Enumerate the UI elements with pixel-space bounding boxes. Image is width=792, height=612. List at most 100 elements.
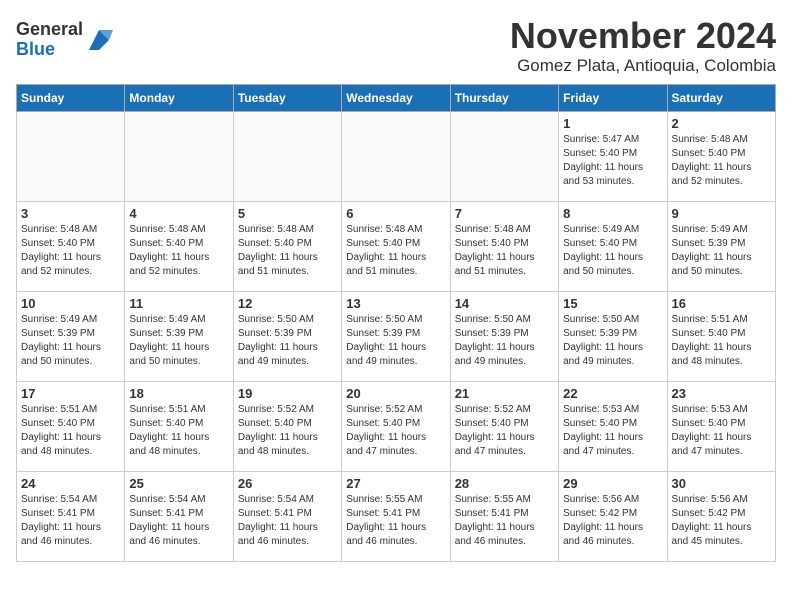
day-info: Sunrise: 5:49 AM Sunset: 5:39 PM Dayligh…: [21, 313, 120, 369]
calendar-cell: 14 Sunrise: 5:50 AM Sunset: 5:39 PM Dayli…: [450, 291, 558, 381]
day-number: 22: [563, 386, 662, 401]
calendar-cell: 11 Sunrise: 5:49 AM Sunset: 5:39 PM Dayli…: [125, 291, 233, 381]
calendar-cell: 27 Sunrise: 5:55 AM Sunset: 5:41 PM Dayli…: [342, 471, 450, 561]
day-number: 25: [129, 476, 228, 491]
calendar-cell: 24 Sunrise: 5:54 AM Sunset: 5:41 PM Dayli…: [17, 471, 125, 561]
day-info: Sunrise: 5:54 AM Sunset: 5:41 PM Dayligh…: [21, 493, 120, 549]
day-number: 29: [563, 476, 662, 491]
day-info: Sunrise: 5:50 AM Sunset: 5:39 PM Dayligh…: [238, 313, 337, 369]
calendar-body: 1 Sunrise: 5:47 AM Sunset: 5:40 PM Daylig…: [17, 111, 776, 561]
day-number: 3: [21, 206, 120, 221]
calendar-header-row: SundayMondayTuesdayWednesdayThursdayFrid…: [17, 84, 776, 111]
day-info: Sunrise: 5:56 AM Sunset: 5:42 PM Dayligh…: [563, 493, 662, 549]
day-info: Sunrise: 5:48 AM Sunset: 5:40 PM Dayligh…: [455, 223, 554, 279]
day-number: 26: [238, 476, 337, 491]
calendar-header-day: Monday: [125, 84, 233, 111]
day-info: Sunrise: 5:52 AM Sunset: 5:40 PM Dayligh…: [346, 403, 445, 459]
day-number: 13: [346, 296, 445, 311]
day-number: 6: [346, 206, 445, 221]
day-number: 9: [672, 206, 771, 221]
calendar-cell: 13 Sunrise: 5:50 AM Sunset: 5:39 PM Dayli…: [342, 291, 450, 381]
day-number: 4: [129, 206, 228, 221]
calendar-cell: 28Sunrise: 5:55 AM Sunset: 5:41 PM Dayli…: [450, 471, 558, 561]
day-number: 17: [21, 386, 120, 401]
day-info: Sunrise: 5:55 AM Sunset: 5:41 PM Dayligh…: [346, 493, 445, 549]
calendar-cell: [450, 111, 558, 201]
day-number: 14: [455, 296, 554, 311]
calendar-week-row: 24 Sunrise: 5:54 AM Sunset: 5:41 PM Dayli…: [17, 471, 776, 561]
day-info: Sunrise: 5:48 AM Sunset: 5:40 PM Dayligh…: [346, 223, 445, 279]
calendar-cell: 9 Sunrise: 5:49 AM Sunset: 5:39 PM Daylig…: [667, 201, 775, 291]
calendar-cell: 10 Sunrise: 5:49 AM Sunset: 5:39 PM Dayli…: [17, 291, 125, 381]
day-number: 21: [455, 386, 554, 401]
logo-icon: [85, 26, 113, 54]
calendar-cell: 18Sunrise: 5:51 AM Sunset: 5:40 PM Dayli…: [125, 381, 233, 471]
calendar-header-day: Wednesday: [342, 84, 450, 111]
location-title: Gomez Plata, Antioquia, Colombia: [510, 56, 776, 76]
calendar-week-row: 3 Sunrise: 5:48 AM Sunset: 5:40 PM Daylig…: [17, 201, 776, 291]
calendar-cell: 25Sunrise: 5:54 AM Sunset: 5:41 PM Dayli…: [125, 471, 233, 561]
day-info: Sunrise: 5:48 AM Sunset: 5:40 PM Dayligh…: [129, 223, 228, 279]
calendar-cell: 29 Sunrise: 5:56 AM Sunset: 5:42 PM Dayli…: [559, 471, 667, 561]
day-number: 20: [346, 386, 445, 401]
calendar-cell: 4 Sunrise: 5:48 AM Sunset: 5:40 PM Daylig…: [125, 201, 233, 291]
header: General Blue November 2024 Gomez Plata, …: [16, 16, 776, 76]
day-info: Sunrise: 5:53 AM Sunset: 5:40 PM Dayligh…: [672, 403, 771, 459]
day-number: 7: [455, 206, 554, 221]
day-number: 1: [563, 116, 662, 131]
calendar-cell: 21 Sunrise: 5:52 AM Sunset: 5:40 PM Dayli…: [450, 381, 558, 471]
calendar-cell: 6 Sunrise: 5:48 AM Sunset: 5:40 PM Daylig…: [342, 201, 450, 291]
calendar-cell: 22 Sunrise: 5:53 AM Sunset: 5:40 PM Dayli…: [559, 381, 667, 471]
day-info: Sunrise: 5:50 AM Sunset: 5:39 PM Dayligh…: [563, 313, 662, 369]
calendar-cell: 26 Sunrise: 5:54 AM Sunset: 5:41 PM Dayli…: [233, 471, 341, 561]
day-info: Sunrise: 5:51 AM Sunset: 5:40 PM Dayligh…: [21, 403, 120, 459]
day-number: 16: [672, 296, 771, 311]
day-number: 12: [238, 296, 337, 311]
calendar-cell: 17 Sunrise: 5:51 AM Sunset: 5:40 PM Dayli…: [17, 381, 125, 471]
calendar-header-day: Friday: [559, 84, 667, 111]
calendar-header-day: Thursday: [450, 84, 558, 111]
day-info: Sunrise: 5:48 AM Sunset: 5:40 PM Dayligh…: [238, 223, 337, 279]
calendar-cell: [125, 111, 233, 201]
calendar-header-day: Tuesday: [233, 84, 341, 111]
day-info: Sunrise: 5:55 AM Sunset: 5:41 PM Dayligh…: [455, 493, 554, 549]
calendar-cell: 5Sunrise: 5:48 AM Sunset: 5:40 PM Daylig…: [233, 201, 341, 291]
calendar-cell: 19Sunrise: 5:52 AM Sunset: 5:40 PM Dayli…: [233, 381, 341, 471]
calendar-week-row: 17 Sunrise: 5:51 AM Sunset: 5:40 PM Dayli…: [17, 381, 776, 471]
logo: General Blue: [16, 20, 113, 60]
calendar-cell: 30Sunrise: 5:56 AM Sunset: 5:42 PM Dayli…: [667, 471, 775, 561]
calendar-cell: 20 Sunrise: 5:52 AM Sunset: 5:40 PM Dayli…: [342, 381, 450, 471]
calendar-cell: 2Sunrise: 5:48 AM Sunset: 5:40 PM Daylig…: [667, 111, 775, 201]
calendar-cell: 1 Sunrise: 5:47 AM Sunset: 5:40 PM Daylig…: [559, 111, 667, 201]
day-number: 19: [238, 386, 337, 401]
calendar-header-day: Sunday: [17, 84, 125, 111]
day-info: Sunrise: 5:52 AM Sunset: 5:40 PM Dayligh…: [455, 403, 554, 459]
day-info: Sunrise: 5:54 AM Sunset: 5:41 PM Dayligh…: [238, 493, 337, 549]
calendar-cell: [233, 111, 341, 201]
day-number: 24: [21, 476, 120, 491]
day-info: Sunrise: 5:49 AM Sunset: 5:39 PM Dayligh…: [672, 223, 771, 279]
day-info: Sunrise: 5:48 AM Sunset: 5:40 PM Dayligh…: [21, 223, 120, 279]
calendar-header-day: Saturday: [667, 84, 775, 111]
day-number: 23: [672, 386, 771, 401]
day-number: 15: [563, 296, 662, 311]
day-number: 27: [346, 476, 445, 491]
day-info: Sunrise: 5:50 AM Sunset: 5:39 PM Dayligh…: [346, 313, 445, 369]
calendar-week-row: 10 Sunrise: 5:49 AM Sunset: 5:39 PM Dayli…: [17, 291, 776, 381]
calendar-cell: 8Sunrise: 5:49 AM Sunset: 5:40 PM Daylig…: [559, 201, 667, 291]
day-info: Sunrise: 5:49 AM Sunset: 5:40 PM Dayligh…: [563, 223, 662, 279]
day-number: 18: [129, 386, 228, 401]
day-info: Sunrise: 5:49 AM Sunset: 5:39 PM Dayligh…: [129, 313, 228, 369]
day-number: 2: [672, 116, 771, 131]
calendar-cell: 23 Sunrise: 5:53 AM Sunset: 5:40 PM Dayli…: [667, 381, 775, 471]
day-number: 11: [129, 296, 228, 311]
day-info: Sunrise: 5:50 AM Sunset: 5:39 PM Dayligh…: [455, 313, 554, 369]
month-title: November 2024: [510, 16, 776, 56]
day-info: Sunrise: 5:56 AM Sunset: 5:42 PM Dayligh…: [672, 493, 771, 549]
day-number: 10: [21, 296, 120, 311]
day-info: Sunrise: 5:53 AM Sunset: 5:40 PM Dayligh…: [563, 403, 662, 459]
day-info: Sunrise: 5:47 AM Sunset: 5:40 PM Dayligh…: [563, 133, 662, 189]
calendar-cell: 7 Sunrise: 5:48 AM Sunset: 5:40 PM Daylig…: [450, 201, 558, 291]
logo-general: General: [16, 20, 83, 40]
title-area: November 2024 Gomez Plata, Antioquia, Co…: [510, 16, 776, 76]
